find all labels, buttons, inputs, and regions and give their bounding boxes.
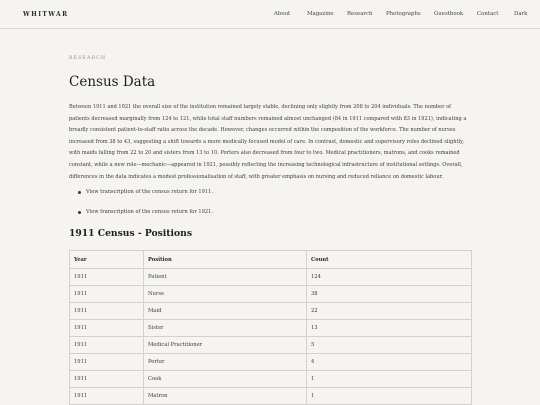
cell-count: 22 (306, 302, 472, 320)
nav-photographs[interactable]: Photographs (386, 11, 421, 17)
nav-guestbook[interactable]: Guestbook (434, 11, 463, 17)
transcription-link-1911[interactable]: View transcription of the census return … (86, 189, 213, 195)
table-row: 1911 Maid 22 (69, 302, 472, 320)
cell-position: Sister (143, 319, 307, 337)
nav-research[interactable]: Research (347, 11, 373, 17)
bullet-icon (78, 211, 81, 214)
table-row: 1911 Porter 4 (69, 353, 472, 371)
cell-year: 1911 (69, 268, 144, 286)
cell-position: Nurse (143, 285, 307, 303)
cell-position: Patient (143, 268, 307, 286)
table-row: 1911 Nurse 38 (69, 285, 472, 303)
cell-position: Porter (143, 353, 307, 371)
column-header-count: Count (306, 250, 472, 269)
cell-position: Maid (143, 302, 307, 320)
nav-about[interactable]: About (274, 11, 290, 17)
section-eyebrow: RESEARCH (69, 56, 107, 61)
cell-position: Cook (143, 370, 307, 388)
page-title: Census Data (69, 74, 156, 90)
top-navigation-bar: WHITWAR About Magazine Research Photogra… (0, 0, 540, 29)
transcription-links: View transcription of the census return … (78, 187, 468, 227)
cell-count: 38 (306, 285, 472, 303)
cell-count: 124 (306, 268, 472, 286)
cell-count: 1 (306, 370, 472, 388)
cell-count: 13 (306, 319, 472, 337)
transcription-link-1921[interactable]: View transcription of the census return … (86, 209, 213, 215)
cell-year: 1911 (69, 387, 144, 405)
column-header-year: Year (69, 250, 144, 269)
cell-count: 1 (306, 387, 472, 405)
table-row: 1911 Patient 124 (69, 268, 472, 286)
section-title: 1911 Census - Positions (69, 228, 193, 239)
cell-count: 4 (306, 353, 472, 371)
cell-year: 1911 (69, 370, 144, 388)
cell-year: 1911 (69, 319, 144, 337)
table-header-row: Year Position Count (69, 250, 472, 269)
table-row: 1911 Medical Practitioner 5 (69, 336, 472, 354)
list-item: View transcription of the census return … (78, 207, 468, 227)
cell-year: 1911 (69, 285, 144, 303)
list-item: View transcription of the census return … (78, 187, 468, 207)
cell-position: Matron (143, 387, 307, 405)
cell-year: 1911 (69, 302, 144, 320)
intro-paragraph: Between 1911 and 1921 the overall size o… (69, 104, 467, 180)
cell-count: 5 (306, 336, 472, 354)
dark-mode-toggle[interactable]: Dark (514, 11, 527, 17)
nav-contact[interactable]: Contact (477, 11, 498, 17)
main-nav: About Magazine Research Photographs Gues… (0, 11, 540, 21)
cell-year: 1911 (69, 336, 144, 354)
table-row: 1911 Cook 1 (69, 370, 472, 388)
cell-position: Medical Practitioner (143, 336, 307, 354)
table-row: 1911 Matron 1 (69, 387, 472, 405)
nav-magazine[interactable]: Magazine (307, 11, 334, 17)
census-table: Year Position Count 1911 Patient 124 1911 N… (69, 250, 472, 405)
table-row: 1911 Sister 13 (69, 319, 472, 337)
column-header-position: Position (143, 250, 307, 269)
cell-year: 1911 (69, 353, 144, 371)
bullet-icon (78, 191, 81, 194)
